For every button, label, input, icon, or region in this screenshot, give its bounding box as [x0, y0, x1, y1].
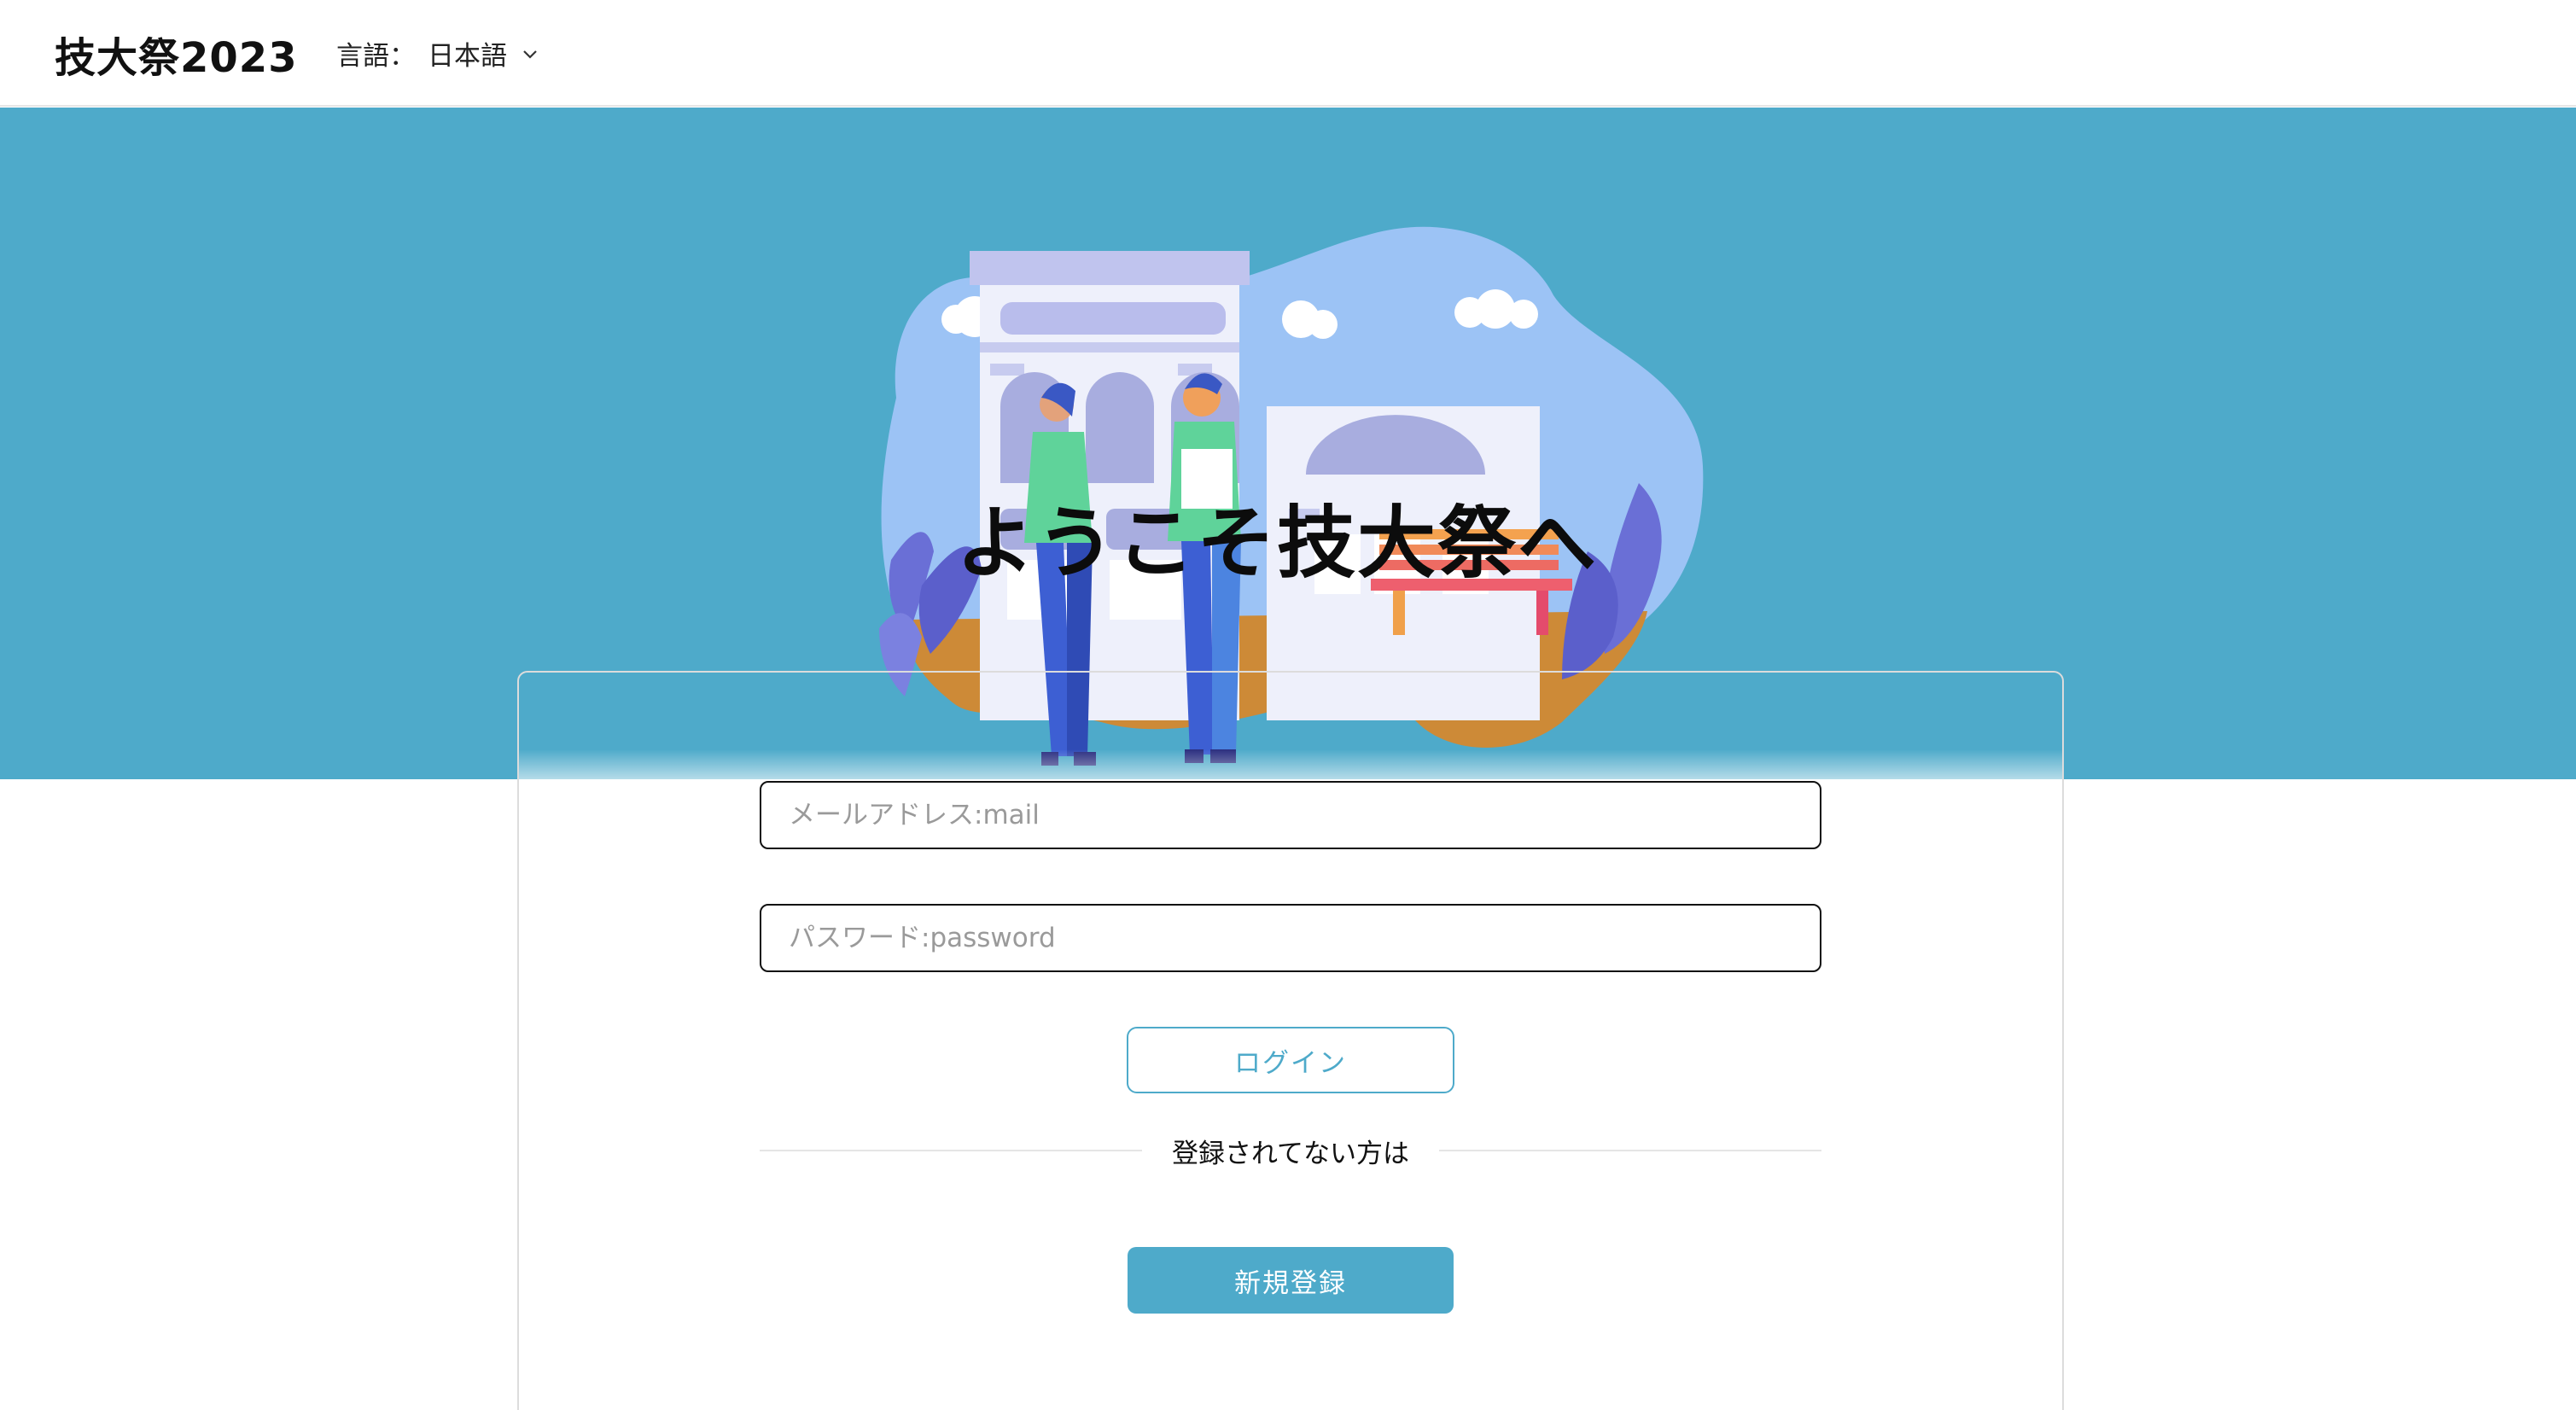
- language-value: 日本語: [428, 41, 507, 72]
- chevron-down-icon: [523, 50, 537, 59]
- hero-title: ようこそ技大祭へ: [956, 497, 1599, 589]
- signup-button[interactable]: 新規登録: [1128, 1247, 1454, 1314]
- password-input[interactable]: [760, 904, 1821, 972]
- language-label: 言語：: [336, 41, 416, 72]
- divider-line-left: [760, 1150, 1142, 1151]
- email-input[interactable]: [760, 781, 1821, 849]
- login-button[interactable]: ログイン: [1127, 1027, 1454, 1093]
- divider-line-right: [1439, 1150, 1821, 1151]
- language-selector[interactable]: 言語： 日本語: [336, 34, 539, 73]
- top-nav-bar: 技大祭2023 言語： 日本語: [0, 0, 2576, 107]
- site-logo-title[interactable]: 技大祭2023: [55, 24, 298, 84]
- signup-prompt-text: 登録されてない方は: [1171, 1139, 1410, 1169]
